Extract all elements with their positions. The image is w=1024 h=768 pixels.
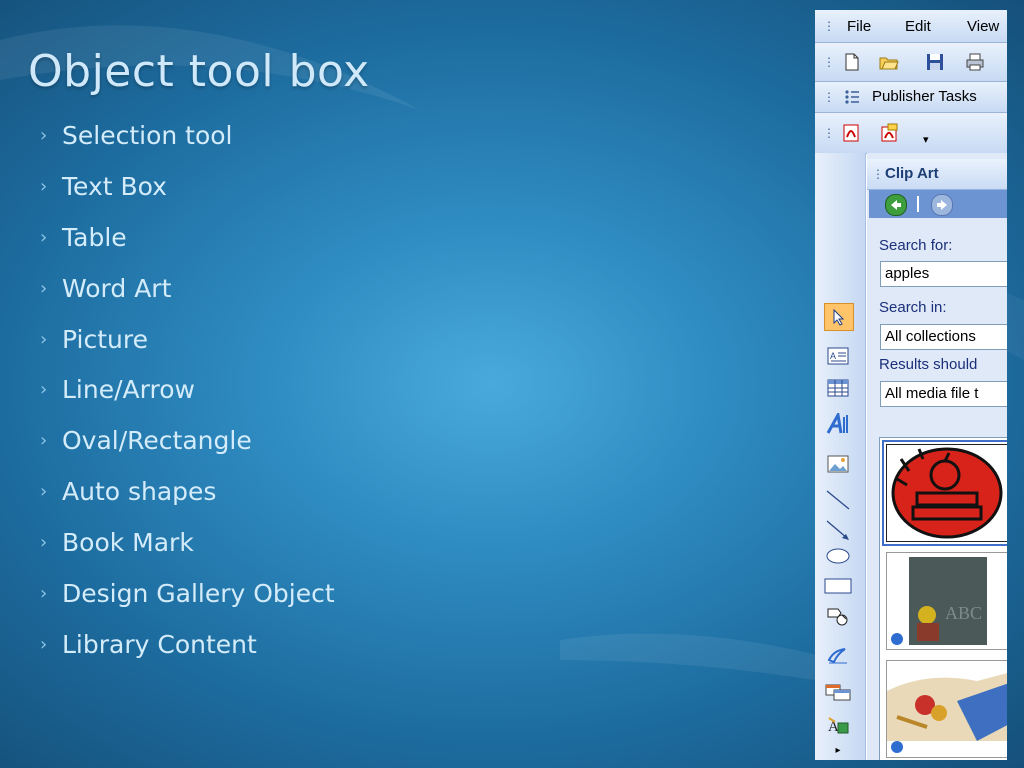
- clip-art-pane: ⋮ Clip Art Search for: apples Search in:…: [867, 153, 1007, 760]
- clip-art-pane-header: ⋮ Clip Art: [867, 159, 1007, 190]
- bullet-item: › Word Art: [40, 273, 172, 303]
- library-content-icon: A: [828, 717, 849, 735]
- chevron-right-icon: ›: [40, 430, 48, 452]
- bookmark-tool-button[interactable]: [824, 643, 852, 669]
- back-button[interactable]: [885, 194, 907, 216]
- clip-thumbnail-abc-apple[interactable]: ABC: [886, 552, 1007, 650]
- slide-title: Object tool box: [28, 46, 370, 97]
- bullet-list: › Selection tool › Text Box › Table › Word A…: [40, 110, 335, 670]
- chevron-right-icon: ›: [40, 481, 48, 503]
- toolbar-grip-icon: ⋮: [823, 55, 835, 69]
- chevron-right-icon: ›: [40, 633, 48, 655]
- oval-icon: [826, 548, 850, 564]
- fruit-basket-photo-icon: [887, 661, 1007, 757]
- rectangle-tool-button[interactable]: [824, 573, 852, 599]
- library-content-tool-button[interactable]: A: [824, 713, 852, 739]
- word-art-icon: [826, 413, 848, 434]
- publisher-tasks-button[interactable]: Publisher Tasks: [872, 88, 977, 105]
- design-gallery-tool-button[interactable]: [824, 679, 852, 705]
- search-input[interactable]: apples: [880, 261, 1007, 287]
- picture-icon: [827, 455, 849, 473]
- word-art-tool-button[interactable]: [824, 411, 852, 437]
- results-label: Results should: [879, 356, 978, 373]
- bullet-item: › Text Box: [40, 171, 167, 201]
- new-document-icon[interactable]: [842, 52, 862, 72]
- bullet-item: › Line/Arrow: [40, 375, 195, 405]
- bullet-item: › Book Mark: [40, 528, 194, 558]
- open-folder-icon[interactable]: [879, 52, 899, 72]
- forward-button[interactable]: [931, 194, 953, 216]
- back-arrow-icon: [891, 200, 901, 210]
- table-tool-button[interactable]: [824, 375, 852, 401]
- text-box-tool-button[interactable]: A: [824, 343, 852, 369]
- more-tools-icon[interactable]: ▸: [824, 743, 852, 757]
- svg-text:ABC: ABC: [945, 603, 982, 623]
- chevron-right-icon: ›: [40, 277, 48, 299]
- forward-arrow-icon: [937, 200, 947, 210]
- search-in-label: Search in:: [879, 299, 947, 316]
- bullet-item: › Table: [40, 222, 127, 252]
- standard-toolbar: ⋮: [815, 43, 1007, 82]
- chevron-right-icon: ›: [40, 226, 48, 248]
- line-icon: [826, 490, 850, 510]
- search-for-label: Search for:: [879, 237, 953, 254]
- bookmark-icon: [827, 648, 847, 664]
- selection-arrow-icon: [833, 308, 845, 326]
- text-box-icon: A: [827, 347, 849, 365]
- pdf-convert-icon[interactable]: [841, 123, 861, 143]
- bullet-item: › Picture: [40, 324, 148, 354]
- table-icon: [827, 379, 849, 397]
- toolbar-options-icon[interactable]: ▾: [923, 133, 929, 146]
- chevron-right-icon: ›: [40, 582, 48, 604]
- menu-view[interactable]: View: [967, 18, 999, 35]
- print-icon[interactable]: [965, 52, 985, 72]
- oval-tool-button[interactable]: [824, 543, 852, 569]
- tasks-icon[interactable]: [843, 88, 861, 106]
- pdf-email-icon[interactable]: [879, 123, 899, 143]
- results-select[interactable]: All media file t: [880, 381, 1007, 407]
- menu-file[interactable]: File: [847, 18, 871, 35]
- chevron-right-icon: ›: [40, 124, 48, 146]
- publisher-tasks-toolbar: ⋮ Publisher Tasks: [815, 82, 1007, 113]
- toolbar-grip-icon: ⋮: [823, 90, 835, 104]
- clip-thumbnail-fruit-basket[interactable]: [886, 660, 1007, 758]
- toolbar-grip-icon: ⋮: [823, 126, 835, 140]
- bullet-item: › Library Content: [40, 629, 257, 659]
- pane-nav-bar: [869, 190, 1007, 218]
- rectangle-icon: [824, 578, 852, 594]
- bullet-item: › Oval/Rectangle: [40, 426, 252, 456]
- chevron-right-icon: ›: [40, 532, 48, 554]
- arrow-icon: [826, 520, 849, 540]
- picture-tool-button[interactable]: [824, 451, 852, 477]
- arrow-tool-button[interactable]: [824, 517, 852, 543]
- auto-shapes-icon: [827, 608, 848, 626]
- abc-apple-photo-icon: ABC: [887, 553, 1007, 649]
- nav-divider: [917, 196, 919, 212]
- pane-grip-icon: ⋮: [872, 167, 884, 181]
- pdf-toolbar: ⋮ ▾: [815, 113, 1007, 154]
- line-tool-button[interactable]: [824, 487, 852, 513]
- selection-tool-button[interactable]: [824, 303, 854, 331]
- clip-thumbnail-apple-books[interactable]: [882, 440, 1007, 546]
- object-toolbox: A A ▸: [815, 153, 866, 760]
- chevron-right-icon: ›: [40, 175, 48, 197]
- svg-text:A: A: [830, 351, 836, 361]
- auto-shapes-tool-button[interactable]: [824, 603, 852, 629]
- chevron-right-icon: ›: [40, 328, 48, 350]
- chevron-right-icon: ›: [40, 379, 48, 401]
- bullet-item: › Design Gallery Object: [40, 578, 335, 608]
- clip-art-title: Clip Art: [885, 165, 939, 182]
- bullet-item: › Selection tool: [40, 120, 233, 150]
- menu-bar: ⋮ File Edit View: [815, 10, 1007, 43]
- design-gallery-icon: [825, 684, 851, 701]
- search-in-select[interactable]: All collections: [880, 324, 1007, 350]
- publisher-screenshot: ⋮ File Edit View ⋮ ⋮ Publisher Tasks ⋮ ▾…: [815, 10, 1007, 760]
- bullet-item: › Auto shapes: [40, 477, 217, 507]
- save-disk-icon[interactable]: [925, 52, 945, 72]
- clip-results-list[interactable]: ABC: [879, 437, 1007, 760]
- apple-books-clipart-icon: [887, 445, 1007, 541]
- menu-edit[interactable]: Edit: [905, 18, 931, 35]
- toolbar-grip-icon: ⋮: [823, 19, 835, 33]
